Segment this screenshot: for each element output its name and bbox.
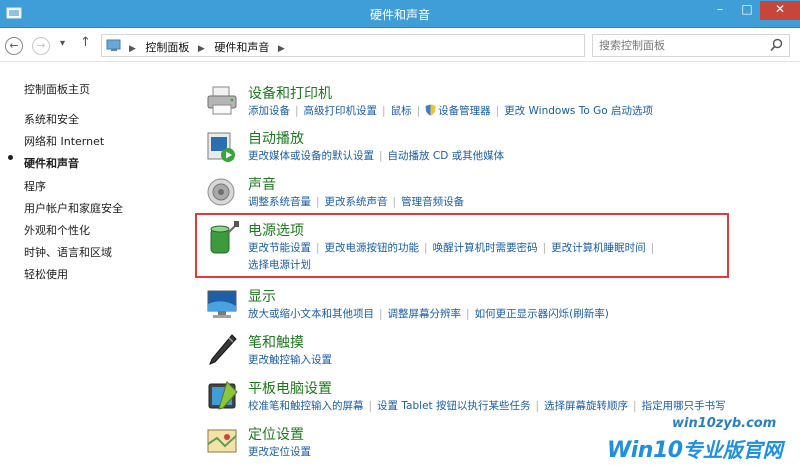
- category-title[interactable]: 自动播放: [248, 128, 304, 148]
- category-tablet-settings: 平板电脑设置 校准笔和触控输入的屏幕 | 设置 Tablet 按钮以执行某些任务 | 选…: [205, 378, 795, 414]
- link-require-password-wake[interactable]: 唤醒计算机时需要密码: [433, 242, 538, 254]
- link-tablet-buttons[interactable]: 设置 Tablet 按钮以执行某些任务: [377, 400, 530, 412]
- breadcrumb-item-hardware-sound[interactable]: 硬件和声音: [214, 39, 269, 55]
- link-change-location-settings[interactable]: 更改定位设置: [248, 446, 311, 458]
- link-change-sleep-time[interactable]: 更改计算机睡眠时间: [551, 242, 646, 254]
- title-bar: 硬件和声音 – □ ✕: [0, 0, 800, 28]
- link-advanced-printer-settings[interactable]: 高级打印机设置: [304, 105, 378, 117]
- category-display: 显示 放大或缩小文本和其他项目 | 调整屏幕分辨率 | 如何更正显示器闪烁(刷新率): [205, 286, 795, 322]
- link-adjust-volume[interactable]: 调整系统音量: [248, 196, 311, 208]
- category-links: 更改触控输入设置: [248, 352, 788, 369]
- forward-button[interactable]: →: [32, 37, 50, 55]
- close-button[interactable]: ✕: [760, 1, 800, 20]
- link-handedness[interactable]: 指定用哪只手书写: [642, 400, 726, 412]
- link-text-size[interactable]: 放大或缩小文本和其他项目: [248, 308, 374, 320]
- category-links: 调整系统音量 | 更改系统声音 | 管理音频设备: [248, 196, 465, 208]
- back-button[interactable]: ←: [5, 37, 23, 55]
- link-windows-to-go[interactable]: 更改 Windows To Go 启动选项: [504, 105, 653, 117]
- sidebar-item-programs[interactable]: 程序: [24, 178, 46, 194]
- sidebar-item-network-internet[interactable]: 网络和 Internet: [24, 133, 104, 149]
- link-touch-input-settings[interactable]: 更改触控输入设置: [248, 354, 332, 366]
- tablet-icon: [208, 381, 238, 410]
- link-device-manager[interactable]: 设备管理器: [438, 105, 491, 117]
- maximize-button[interactable]: □: [734, 1, 760, 20]
- link-change-system-sounds[interactable]: 更改系统声音: [325, 196, 388, 208]
- category-title[interactable]: 定位设置: [248, 424, 304, 444]
- sidebar-item-user-accounts[interactable]: 用户帐户和家庭安全: [24, 200, 123, 216]
- category-title[interactable]: 声音: [248, 174, 276, 194]
- window-title: 硬件和声音: [369, 8, 430, 22]
- category-links: 更改节能设置 | 更改电源按钮的功能 | 唤醒计算机时需要密码 | 更改计算机睡眠时间 | 选择…: [248, 242, 655, 271]
- category-links: 添加设备 | 高级打印机设置 | 鼠标 | 设备管理器 | 更改 Windows To Go 启…: [248, 104, 654, 117]
- link-screen-rotation[interactable]: 选择屏幕旋转顺序: [544, 400, 628, 412]
- category-links: 更改媒体或设备的默认设置 | 自动播放 CD 或其他媒体: [248, 150, 505, 162]
- address-box[interactable]: ▶ 控制面板 ▶ 硬件和声音 ▶ ▼ ↻: [101, 34, 675, 57]
- printer-icon: [207, 86, 237, 115]
- sidebar-item-system-security[interactable]: 系统和安全: [24, 111, 79, 127]
- sidebar-item-ease-of-access[interactable]: 轻松使用: [24, 266, 68, 282]
- left-navigation: 控制面板主页 系统和安全 网络和 Internet 硬件和声音 程序 用户帐户和…: [0, 62, 190, 465]
- control-panel-icon: [106, 39, 121, 51]
- category-links: 放大或缩小文本和其他项目 | 调整屏幕分辨率 | 如何更正显示器闪烁(刷新率): [248, 308, 609, 320]
- minimize-button[interactable]: –: [706, 1, 734, 20]
- link-change-media-defaults[interactable]: 更改媒体或设备的默认设置: [248, 150, 374, 162]
- uac-shield-icon: [425, 104, 436, 116]
- category-sound: 声音 调整系统音量 | 更改系统声音 | 管理音频设备: [205, 174, 795, 210]
- category-title[interactable]: 电源选项: [248, 220, 304, 240]
- current-item-bullet: [8, 155, 13, 160]
- watermark-brand: Win10: [607, 438, 683, 463]
- category-pen-touch: 笔和触摸 更改触控输入设置: [205, 332, 795, 368]
- link-change-power-saving[interactable]: 更改节能设置: [248, 242, 311, 254]
- search-box[interactable]: [592, 34, 790, 57]
- display-icon: [207, 290, 237, 318]
- category-autoplay: 自动播放 更改媒体或设备的默认设置 | 自动播放 CD 或其他媒体: [205, 128, 795, 164]
- link-screen-resolution[interactable]: 调整屏幕分辨率: [388, 308, 462, 320]
- category-links: 校准笔和触控输入的屏幕 | 设置 Tablet 按钮以执行某些任务 | 选择屏幕旋转顺序…: [248, 400, 726, 412]
- watermark-suffix: 专业版官网: [682, 438, 783, 462]
- speaker-icon: [207, 178, 235, 206]
- link-choose-power-plan[interactable]: 选择电源计划: [248, 259, 311, 271]
- autoplay-icon: [207, 132, 235, 162]
- category-title[interactable]: 显示: [248, 286, 276, 306]
- category-title[interactable]: 设备和打印机: [248, 83, 332, 103]
- category-title[interactable]: 平板电脑设置: [248, 378, 332, 398]
- chevron-right-icon[interactable]: ▶: [198, 44, 205, 54]
- location-icon: [207, 429, 237, 453]
- address-toolbar: ← → ▾ ↑ ▶ 控制面板 ▶ 硬件和声音 ▶ ▼ ↻: [0, 28, 800, 62]
- link-add-device[interactable]: 添加设备: [248, 105, 290, 117]
- chevron-right-icon[interactable]: ▶: [129, 44, 136, 54]
- category-title[interactable]: 笔和触摸: [248, 332, 304, 352]
- sidebar-item-control-panel-home[interactable]: 控制面板主页: [24, 81, 90, 97]
- search-input[interactable]: [599, 38, 759, 53]
- pen-icon: [209, 334, 237, 365]
- watermark-site: win10zyb.com: [672, 416, 777, 431]
- category-power-options: 电源选项 更改节能设置 | 更改电源按钮的功能 | 唤醒计算机时需要密码 | 更改计算机睡眠…: [205, 220, 795, 276]
- link-manage-audio-devices[interactable]: 管理音频设备: [401, 196, 464, 208]
- watermark: win10zyb.com Win10专业版官网: [607, 416, 783, 463]
- chevron-right-icon[interactable]: ▶: [278, 44, 285, 54]
- battery-icon: [210, 221, 239, 254]
- up-button[interactable]: ↑: [80, 35, 91, 50]
- breadcrumb-item-control-panel[interactable]: 控制面板: [145, 39, 189, 55]
- link-calibrate-screen[interactable]: 校准笔和触控输入的屏幕: [248, 400, 364, 412]
- breadcrumb: ▶ 控制面板 ▶ 硬件和声音 ▶: [124, 39, 291, 55]
- search-icon[interactable]: [770, 38, 783, 52]
- category-devices-printers: 设备和打印机 添加设备 | 高级打印机设置 | 鼠标 | 设备管理器 | 更改 Windows …: [205, 83, 795, 119]
- recent-locations-button[interactable]: ▾: [60, 38, 65, 49]
- sidebar-item-appearance[interactable]: 外观和个性化: [24, 222, 90, 238]
- link-autoplay-cd[interactable]: 自动播放 CD 或其他媒体: [388, 150, 505, 162]
- link-mouse[interactable]: 鼠标: [391, 105, 412, 117]
- sidebar-item-hardware-sound[interactable]: 硬件和声音: [24, 155, 79, 171]
- link-refresh-rate[interactable]: 如何更正显示器闪烁(刷新率): [475, 308, 609, 320]
- link-power-button-function[interactable]: 更改电源按钮的功能: [325, 242, 420, 254]
- sidebar-item-clock-language[interactable]: 时钟、语言和区域: [24, 244, 112, 260]
